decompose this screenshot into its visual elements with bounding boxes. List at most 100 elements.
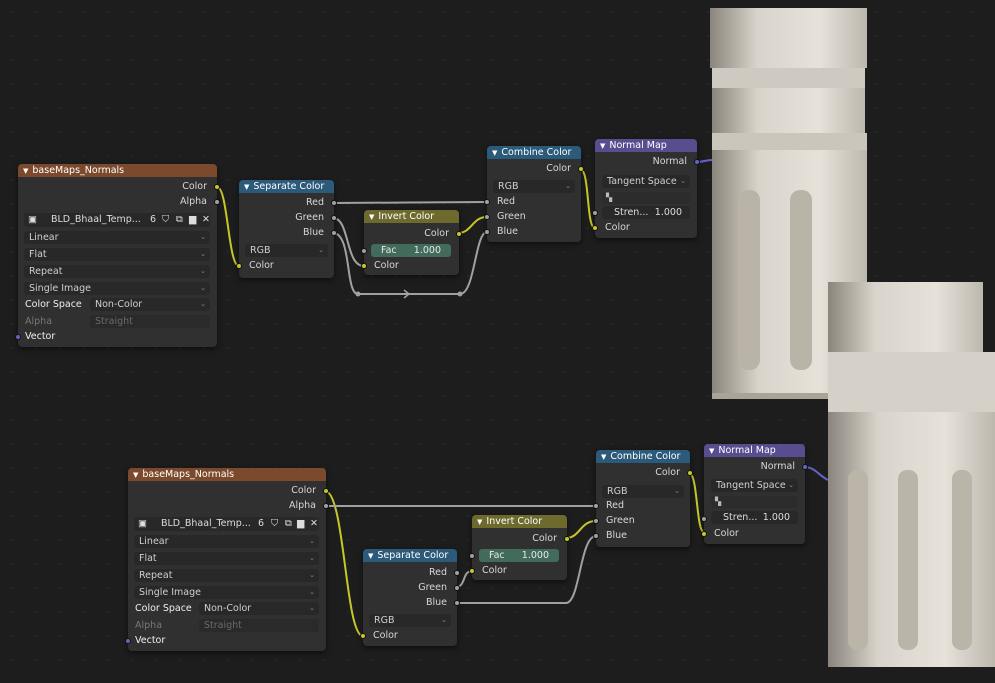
uv-map-icon: ▚ — [606, 193, 613, 202]
input-fac-socket[interactable] — [361, 248, 367, 254]
image-texture-node[interactable]: ▼ baseMaps_Normals Color Alpha ▣ BLD_Bhaa… — [15, 164, 220, 347]
node-header[interactable]: ▼ Normal Map — [595, 139, 697, 152]
chevron-down-icon[interactable]: ▼ — [477, 516, 482, 529]
uv-map-field[interactable]: ▚ — [711, 496, 798, 508]
mode-dropdown[interactable]: RGB ⌄ — [245, 244, 328, 257]
node-header[interactable]: ▼ Separate Color — [239, 180, 334, 193]
fac-field[interactable]: Fac 1.000 — [479, 549, 559, 562]
image-texture-node[interactable]: ▼ baseMaps_Normals Color Alpha ▣ BLD_Bhaa… — [125, 468, 329, 651]
chevron-down-icon[interactable]: ▼ — [492, 147, 497, 160]
output-red-socket[interactable] — [331, 200, 337, 206]
input-strength-socket[interactable] — [701, 516, 707, 522]
output-alpha: Alpha — [179, 196, 207, 207]
image-selector[interactable]: ▣ BLD_Bhaal_Temp... 6 ⛉ ⧉ ▆ ✕ — [134, 517, 319, 531]
output-normal-socket[interactable] — [802, 464, 808, 470]
combine-color-node[interactable]: ▼ Combine Color Color RGB ⌄ Red Green Blue — [593, 450, 693, 547]
mode-dropdown[interactable]: RGB ⌄ — [493, 180, 575, 193]
extension-dropdown[interactable]: Repeat ⌄ — [24, 265, 210, 278]
invert-color-node[interactable]: ▼ Invert Color Color Fac 1.000 Color — [469, 515, 570, 580]
pillar-lower — [828, 282, 995, 667]
output-alpha-socket[interactable] — [214, 199, 220, 205]
duplicate-icon[interactable]: ⧉ — [176, 213, 183, 227]
chevron-down-icon[interactable]: ▼ — [23, 165, 28, 178]
output-color-socket[interactable] — [214, 184, 220, 190]
close-icon[interactable]: ✕ — [202, 213, 210, 227]
chevron-down-icon: ⌄ — [309, 537, 315, 545]
mode-dropdown[interactable]: RGB ⌄ — [369, 614, 451, 627]
uv-map-field[interactable]: ▚ — [602, 192, 690, 204]
extension-dropdown[interactable]: Repeat ⌄ — [134, 569, 319, 582]
node-title: Invert Color — [486, 516, 543, 527]
folder-icon[interactable]: ▆ — [297, 517, 304, 531]
interpolation-dropdown[interactable]: Linear ⌄ — [134, 535, 319, 548]
strength-field[interactable]: Stren... 1.000 — [711, 511, 798, 524]
input-fac-socket[interactable] — [469, 553, 475, 559]
output-color-socket[interactable] — [323, 488, 329, 494]
node-header[interactable]: ▼ Invert Color — [472, 515, 567, 528]
source-dropdown[interactable]: Single Image ⌄ — [24, 282, 210, 295]
output-blue-socket[interactable] — [454, 600, 460, 606]
fac-field[interactable]: Fac 1.000 — [371, 244, 451, 257]
shield-icon[interactable]: ⛉ — [271, 517, 278, 531]
output-alpha-socket[interactable] — [323, 503, 329, 509]
color-space-dropdown[interactable]: Non-Color ⌄ — [90, 298, 210, 311]
strength-field[interactable]: Stren... 1.000 — [602, 206, 690, 219]
output-red: Red — [428, 567, 447, 578]
folder-icon[interactable]: ▆ — [189, 213, 196, 227]
projection-dropdown[interactable]: Flat ⌄ — [134, 552, 319, 565]
chevron-down-icon[interactable]: ▼ — [368, 550, 373, 563]
duplicate-icon[interactable]: ⧉ — [285, 517, 292, 531]
close-icon[interactable]: ✕ — [310, 517, 318, 531]
alpha-mode-dropdown: Straight — [90, 315, 210, 328]
output-normal: Normal — [760, 461, 795, 472]
output-color-socket[interactable] — [578, 166, 584, 172]
output-color: Color — [546, 163, 571, 174]
node-header[interactable]: ▼ baseMaps_Normals — [18, 164, 217, 177]
image-selector[interactable]: ▣ BLD_Bhaal_Temp... 6 ⛉ ⧉ ▆ ✕ — [24, 213, 210, 227]
output-color-socket[interactable] — [687, 470, 693, 476]
output-normal-socket[interactable] — [694, 159, 700, 165]
node-header[interactable]: ▼ baseMaps_Normals — [128, 468, 326, 481]
chevron-down-icon[interactable]: ▼ — [601, 451, 606, 464]
combine-color-node[interactable]: ▼ Combine Color Color RGB ⌄ Red Green Blue — [484, 146, 584, 242]
node-title: baseMaps_Normals — [32, 165, 125, 176]
interpolation-dropdown[interactable]: Linear ⌄ — [24, 231, 210, 244]
node-header[interactable]: ▼ Combine Color — [596, 450, 690, 463]
node-header[interactable]: ▼ Separate Color — [363, 549, 457, 562]
output-blue-socket[interactable] — [331, 230, 337, 236]
input-vector-socket[interactable] — [125, 638, 131, 644]
output-color-socket[interactable] — [564, 536, 570, 542]
chevron-down-icon[interactable]: ▼ — [133, 469, 138, 482]
normal-map-node[interactable]: ▼ Normal Map Normal Tangent Space ⌄ ▚ Stre… — [592, 139, 700, 238]
input-vector-socket[interactable] — [15, 334, 21, 340]
space-dropdown[interactable]: Tangent Space ⌄ — [711, 479, 798, 492]
output-red-socket[interactable] — [454, 570, 460, 576]
projection-dropdown[interactable]: Flat ⌄ — [24, 248, 210, 261]
mode-dropdown[interactable]: RGB ⌄ — [602, 485, 684, 498]
chevron-down-icon[interactable]: ▼ — [244, 181, 249, 194]
image-icon: ▣ — [138, 518, 147, 529]
image-name: BLD_Bhaal_Temp... — [161, 518, 251, 529]
normal-map-node[interactable]: ▼ Normal Map Normal Tangent Space ⌄ ▚ Stre… — [701, 444, 808, 544]
space-dropdown[interactable]: Tangent Space ⌄ — [602, 175, 690, 188]
output-green-socket[interactable] — [331, 215, 337, 221]
separate-color-node[interactable]: ▼ Separate Color Red Green Blue RGB ⌄ Colo… — [360, 549, 460, 646]
node-header[interactable]: ▼ Combine Color — [487, 146, 581, 159]
color-space-dropdown[interactable]: Non-Color ⌄ — [199, 602, 319, 615]
chevron-down-icon[interactable]: ▼ — [600, 140, 605, 153]
output-green-socket[interactable] — [454, 585, 460, 591]
invert-color-node[interactable]: ▼ Invert Color Color Fac 1.000 Color — [361, 210, 462, 275]
node-header[interactable]: ▼ Invert Color — [364, 210, 459, 223]
output-green: Green — [295, 212, 324, 223]
node-header[interactable]: ▼ Normal Map — [704, 444, 805, 457]
separate-color-node[interactable]: ▼ Separate Color Red Green Blue RGB ⌄ Colo… — [236, 180, 337, 278]
chevron-down-icon[interactable]: ▼ — [369, 211, 374, 224]
chevron-down-icon[interactable]: ▼ — [709, 445, 714, 458]
chevron-down-icon: ⌄ — [309, 554, 315, 562]
output-color-socket[interactable] — [456, 231, 462, 237]
shield-icon[interactable]: ⛉ — [162, 213, 169, 227]
input-strength-socket[interactable] — [592, 210, 598, 216]
image-name: BLD_Bhaal_Temp... — [51, 214, 141, 225]
output-green: Green — [418, 582, 447, 593]
source-dropdown[interactable]: Single Image ⌄ — [134, 586, 319, 599]
